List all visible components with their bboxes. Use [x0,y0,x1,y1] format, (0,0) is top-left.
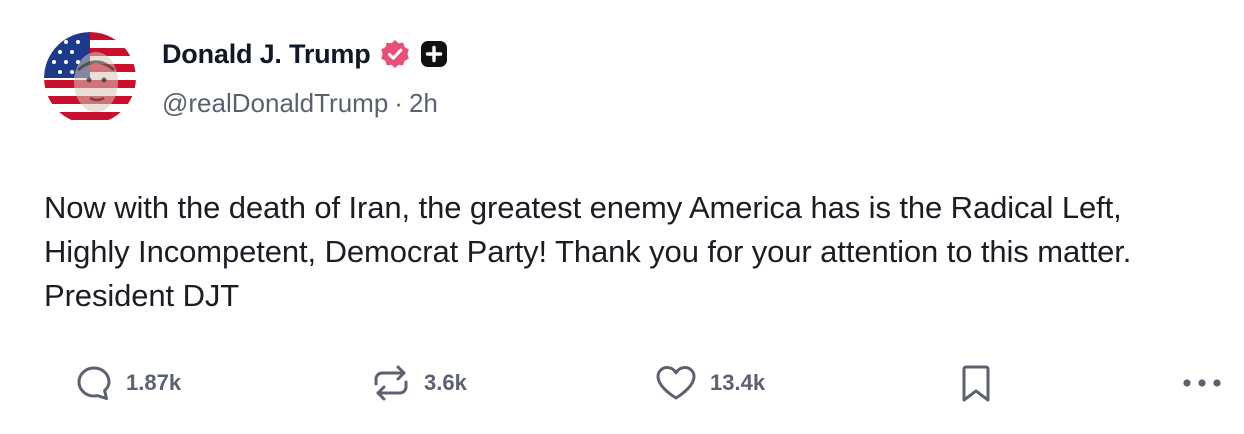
bookmark-icon [958,362,994,404]
avatar-image [44,32,136,124]
author-name[interactable]: Donald J. Trump [162,39,371,70]
like-count: 13.4k [710,370,766,395]
post-text: Now with the death of Iran, the greatest… [44,190,1132,313]
more-options-button[interactable] [1180,360,1224,406]
reply-button[interactable]: 1.87k [74,360,181,406]
plus-square-icon [419,39,449,69]
like-button[interactable]: 13.4k [654,360,765,406]
reply-bubble-icon [74,363,114,403]
verified-badge-icon [379,38,411,70]
bookmark-button[interactable] [958,360,994,406]
repost-button[interactable]: 3.6k [370,360,467,406]
post-card: Donald J. Trump @realDonaldTrump · 2h No… [0,0,1244,434]
repost-count: 3.6k [424,370,467,395]
handle-separator: · [394,88,403,118]
reply-count: 1.87k [126,370,182,395]
action-bar: 1.87k 3.6k 13.4k [0,360,1244,406]
author-handle[interactable]: @realDonaldTrump [162,88,388,119]
repost-icon [370,363,412,403]
more-dots-icon [1180,373,1224,393]
author-name-row: Donald J. Trump [162,34,449,74]
handle-row: @realDonaldTrump · 2h [162,88,438,119]
heart-icon [654,363,698,403]
avatar[interactable] [44,32,136,124]
post-timestamp[interactable]: 2h [409,88,438,119]
